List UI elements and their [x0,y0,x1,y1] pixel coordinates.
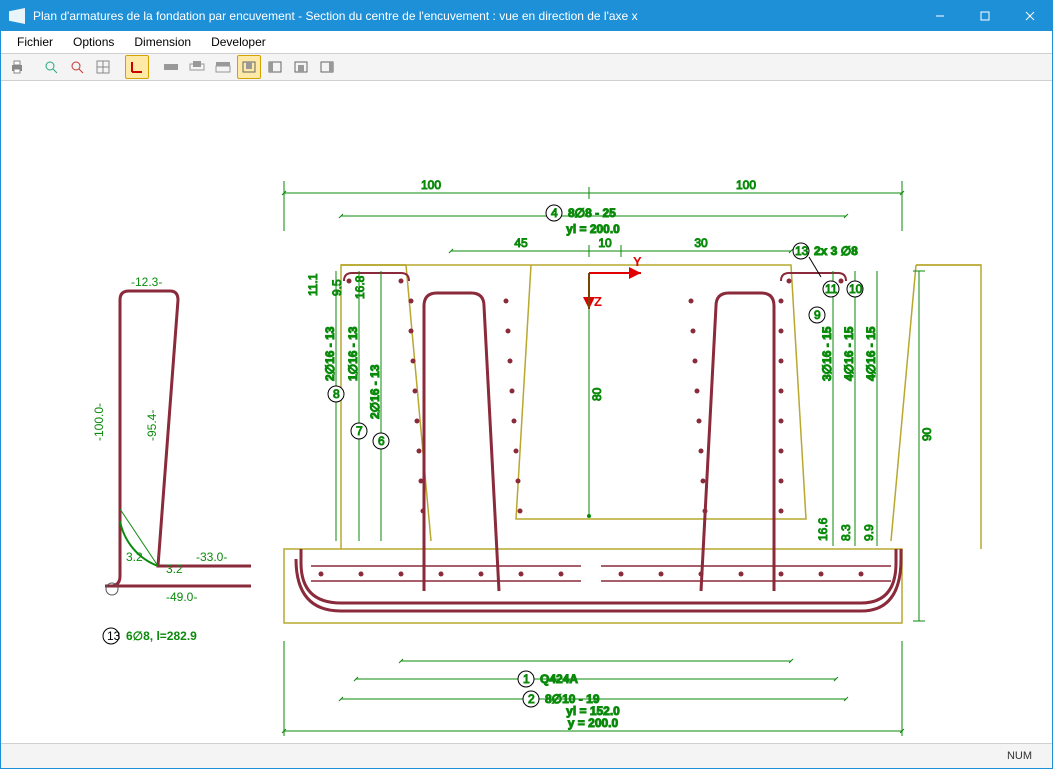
view1-button[interactable] [159,55,183,79]
label-13-top: 2x 3 ∅8 [814,244,858,258]
menu-developer[interactable]: Developer [201,33,276,51]
grid-button[interactable] [91,55,115,79]
dim-16-8: 16.8 [353,275,367,299]
label-11: 4∅16 - 15 [864,326,878,381]
view3-button[interactable] [211,55,235,79]
zoom-in-button[interactable] [39,55,63,79]
axis-z-label: Z [594,294,602,309]
dim-yl200: yl = 200.0 [566,222,620,236]
dim-y200: y = 200.0 [568,716,619,730]
window-buttons [917,1,1052,31]
drawing-canvas[interactable]: -12.3- -100.0- -95.4- 3.2 3.2 -33.0- -49… [1,81,1052,743]
dim-33: -33.0- [196,550,227,564]
maximize-button[interactable] [962,1,1007,31]
dim-49: -49.0- [166,590,197,604]
toolbar [1,54,1052,81]
close-button[interactable] [1007,1,1052,31]
dim-3-2a: 3.2 [126,550,143,564]
label-6d8: 6∅8, l=282.9 [126,629,197,643]
rebar-drawing: -12.3- -100.0- -95.4- 3.2 3.2 -33.0- -49… [1,81,1052,741]
window-title: Plan d'armatures de la fondation par enc… [33,9,917,23]
axis-y-label: Y [633,254,642,269]
view4-button[interactable] [237,55,261,79]
print-button[interactable] [5,55,29,79]
dim-9-9: 9.9 [862,524,876,541]
dim-11-1: 11.1 [306,273,320,296]
label-8: 2∅16 - 13 [323,326,337,381]
view2-button[interactable] [185,55,209,79]
label-1: Q424A [540,672,578,686]
dim-80: 80 [590,387,604,401]
zoom-out-button[interactable] [65,55,89,79]
label-9: 3∅16 - 15 [820,326,834,381]
menu-fichier[interactable]: Fichier [7,33,63,51]
app-window: Plan d'armatures de la fondation par enc… [0,0,1053,769]
bubble-7: 7 [356,424,363,438]
bubble-9: 9 [814,308,821,322]
titlebar: Plan d'armatures de la fondation par enc… [1,1,1052,31]
bubble-13-top: 13 [795,244,809,258]
dim-90: 90 [920,427,934,441]
menu-dimension[interactable]: Dimension [124,33,201,51]
dim-30: 30 [694,236,708,250]
view5-button[interactable] [263,55,287,79]
dim-10: 10 [598,236,612,250]
menu-options[interactable]: Options [63,33,124,51]
bubble-8: 8 [333,387,340,401]
dim-top-12-3: -12.3- [131,275,162,289]
statusbar: NUM [1,743,1052,768]
dim-16-6: 16.6 [816,517,830,541]
menubar: Fichier Options Dimension Developer [1,31,1052,54]
dim-100-right: 100 [736,178,756,192]
label-10: 4∅16 - 15 [842,326,856,381]
minimize-button[interactable] [917,1,962,31]
bubble-4: 4 [551,206,558,220]
dim-3-2b: 3.2 [166,562,183,576]
dim-100-left: 100 [421,178,441,192]
dim-v-100: -100.0- [92,403,106,441]
label-4: 8∅8 - 25 [568,206,616,220]
detail-13: -12.3- -100.0- -95.4- 3.2 3.2 -33.0- -49… [92,275,251,644]
bubble-10: 10 [849,282,863,296]
bubble-13: 13 [107,629,121,643]
bubble-2: 2 [528,692,535,706]
status-num: NUM [1007,750,1032,762]
bubble-11: 11 [825,282,838,296]
main-section: Y Z 100 100 4 8∅8 - 25 yl = 200.0 [284,178,981,736]
dim-45: 45 [514,236,528,250]
app-icon [9,8,25,24]
dim-v-95-4: -95.4- [145,410,159,441]
label-6: 2∅16 - 13 [368,364,382,419]
label-7: 1∅16 - 13 [346,326,360,381]
view6-button[interactable] [289,55,313,79]
dim-9-5: 9.5 [330,279,344,296]
axes-button[interactable] [125,55,149,79]
bubble-6: 6 [378,434,385,448]
view7-button[interactable] [315,55,339,79]
bubble-1: 1 [523,672,530,686]
dim-8-3: 8.3 [839,524,853,541]
